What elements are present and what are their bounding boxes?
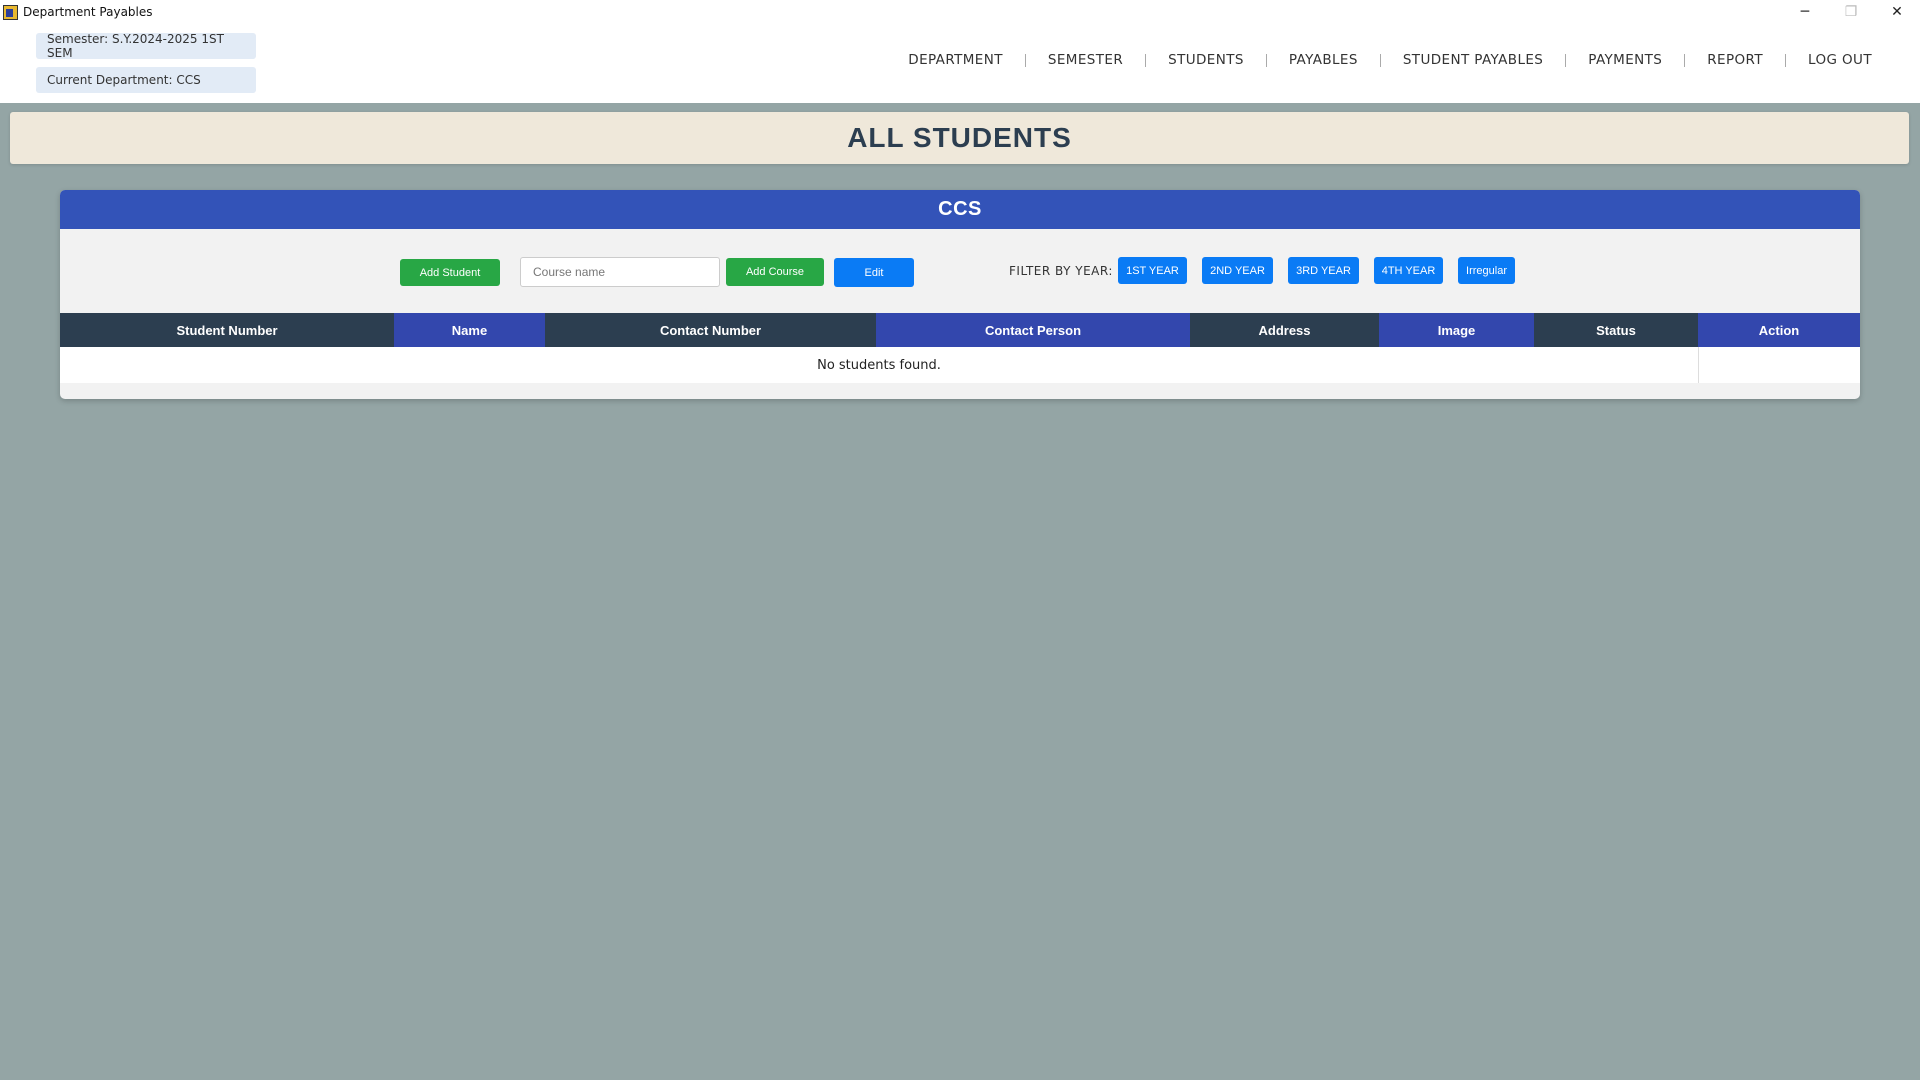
main-nav: DEPARTMENT SEMESTER STUDENTS PAYABLES ST…	[886, 52, 1894, 68]
edit-button[interactable]: Edit	[834, 258, 914, 287]
nav-payables[interactable]: PAYABLES	[1267, 52, 1380, 68]
close-icon[interactable]: ✕	[1874, 0, 1920, 24]
minimize-icon[interactable]: ─	[1782, 0, 1828, 24]
filter-3rd-year-button[interactable]: 3RD YEAR	[1288, 257, 1359, 284]
semester-label: Semester: S.Y.2024-2025 1ST SEM	[36, 32, 256, 60]
window-title: Department Payables	[23, 5, 153, 19]
empty-table-message: No students found.	[817, 357, 941, 373]
page-banner: ALL STUDENTS	[10, 112, 1909, 164]
filter-4th-year-button[interactable]: 4TH YEAR	[1374, 257, 1443, 284]
nav-semester[interactable]: SEMESTER	[1026, 52, 1145, 68]
app-icon	[3, 4, 18, 20]
nav-student-payables[interactable]: STUDENT PAYABLES	[1381, 52, 1565, 68]
app-header: Semester: S.Y.2024-2025 1ST SEM Current …	[0, 24, 1920, 103]
filter-2nd-year-button[interactable]: 2ND YEAR	[1202, 257, 1273, 284]
column-contact-number[interactable]: Contact Number	[545, 313, 876, 347]
maximize-icon[interactable]: ❐	[1828, 0, 1874, 24]
nav-students[interactable]: STUDENTS	[1146, 52, 1266, 68]
add-student-button[interactable]: Add Student	[400, 259, 500, 286]
column-name[interactable]: Name	[394, 313, 545, 347]
column-contact-person[interactable]: Contact Person	[876, 313, 1190, 347]
students-card: CCS Add Student Add Course Edit FILTER B…	[60, 190, 1860, 399]
table-header: Student Number Name Contact Number Conta…	[60, 313, 1860, 347]
card-header: CCS	[60, 190, 1860, 229]
filter-1st-year-button[interactable]: 1ST YEAR	[1118, 257, 1187, 284]
filter-by-year-label: FILTER BY YEAR:	[1009, 264, 1113, 278]
add-course-button[interactable]: Add Course	[726, 258, 824, 286]
column-action[interactable]: Action	[1698, 313, 1860, 347]
nav-report[interactable]: REPORT	[1685, 52, 1785, 68]
action-cell	[1698, 347, 1860, 383]
table-row: No students found.	[60, 347, 1860, 383]
nav-payments[interactable]: PAYMENTS	[1566, 52, 1684, 68]
department-title: CCS	[938, 198, 982, 220]
column-address[interactable]: Address	[1190, 313, 1379, 347]
nav-department[interactable]: DEPARTMENT	[886, 52, 1025, 68]
column-status[interactable]: Status	[1534, 313, 1698, 347]
page-title: ALL STUDENTS	[847, 122, 1072, 153]
course-name-input[interactable]	[520, 257, 720, 287]
column-image[interactable]: Image	[1379, 313, 1534, 347]
nav-log-out[interactable]: LOG OUT	[1786, 52, 1894, 68]
toolbar: Add Student Add Course Edit FILTER BY YE…	[60, 229, 1860, 313]
window-controls: ─ ❐ ✕	[1782, 0, 1920, 24]
filter-irregular-button[interactable]: Irregular	[1458, 257, 1515, 284]
window-titlebar: Department Payables ─ ❐ ✕	[0, 0, 1920, 24]
column-student-number[interactable]: Student Number	[60, 313, 394, 347]
current-department-label: Current Department: CCS	[36, 67, 256, 93]
